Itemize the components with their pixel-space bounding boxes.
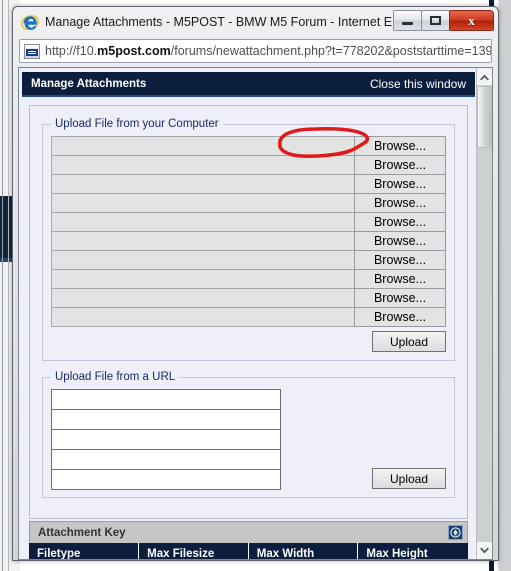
file-upload-row: Browse... (51, 250, 446, 270)
browse-button-2[interactable]: Browse... (354, 155, 446, 175)
file-path-input-8[interactable] (51, 269, 355, 289)
url-input-5[interactable] (51, 469, 281, 490)
column-header-4: Max Height (357, 543, 468, 559)
scroll-down-button[interactable] (477, 542, 492, 559)
page-scrollbar[interactable] (476, 68, 492, 559)
url-input-1[interactable] (51, 389, 281, 410)
file-upload-row: Browse... (51, 269, 446, 289)
file-upload-row: Browse... (51, 155, 446, 175)
address-bar[interactable]: http://f10.m5post.com/forums/newattachme… (19, 39, 492, 63)
upload-from-computer-legend: Upload File from your Computer (55, 118, 219, 130)
browse-button-9[interactable]: Browse... (354, 288, 446, 308)
file-path-input-10[interactable] (51, 307, 355, 327)
minimize-icon (402, 22, 413, 25)
window-title: Manage Attachments - M5POST - BMW M5 For… (45, 15, 403, 29)
window-controls: x (393, 10, 494, 31)
url-upload-block: Upload (51, 389, 446, 490)
browse-button-4[interactable]: Browse... (354, 193, 446, 213)
close-button[interactable]: x (449, 10, 494, 31)
scrollbar-track[interactable] (477, 85, 492, 542)
attachment-key-bar: Attachment Key (29, 521, 468, 543)
file-upload-rows: Browse... Browse... Browse... Browse... Brow… (51, 136, 446, 327)
file-upload-row: Browse... (51, 136, 446, 156)
upload-url-button[interactable]: Upload (372, 468, 446, 489)
page-icon (24, 43, 40, 59)
chevron-up-icon (480, 74, 489, 80)
upload-from-url-fieldset: Upload File from a URL Upload (42, 371, 455, 498)
browse-button-6[interactable]: Browse... (354, 231, 446, 251)
attachment-key-header-row: Filetype Max Filesize Max Width Max Height (29, 543, 468, 559)
browser-window: Manage Attachments - M5POST - BMW M5 For… (12, 6, 499, 561)
page-header-bar: Manage Attachments Close this window (22, 72, 475, 97)
file-path-input-1[interactable] (51, 136, 355, 156)
url-input-3[interactable] (51, 429, 281, 450)
file-upload-row: Browse... (51, 212, 446, 232)
browse-button-8[interactable]: Browse... (354, 269, 446, 289)
scrollbar-thumb[interactable] (477, 86, 492, 148)
browse-button-1[interactable]: Browse... (354, 136, 446, 156)
url-input-4[interactable] (51, 449, 281, 470)
file-path-input-5[interactable] (51, 212, 355, 232)
file-upload-row: Browse... (51, 174, 446, 194)
close-this-window-link[interactable]: Close this window (370, 77, 466, 91)
page-viewport: Manage Attachments Close this window Upl… (18, 67, 493, 560)
url-suffix: /forums/newattachment.php?t=778202&posts… (170, 44, 491, 58)
attachment-key-section: Attachment Key Filetype Max Filesize Max W… (29, 521, 468, 559)
file-path-input-9[interactable] (51, 288, 355, 308)
address-bar-url: http://f10.m5post.com/forums/newattachme… (45, 41, 491, 61)
column-header-1: Filetype (29, 543, 140, 559)
page-title: Manage Attachments (31, 77, 147, 90)
maximize-icon (430, 16, 441, 25)
file-upload-row: Browse... (51, 288, 446, 308)
attachment-key-title: Attachment Key (38, 526, 126, 539)
file-upload-row: Browse... (51, 193, 446, 213)
upload-from-url-legend: Upload File from a URL (55, 371, 176, 383)
attachment-content-box: Upload File from your Computer Browse...… (29, 105, 468, 519)
browse-button-5[interactable]: Browse... (354, 212, 446, 232)
upload-from-computer-fieldset: Upload File from your Computer Browse...… (42, 118, 455, 361)
web-page: Manage Attachments Close this window Upl… (19, 68, 478, 559)
file-upload-actions: Upload (51, 331, 446, 352)
file-path-input-6[interactable] (51, 231, 355, 251)
file-path-input-4[interactable] (51, 193, 355, 213)
collapse-icon[interactable] (448, 525, 463, 540)
browse-button-3[interactable]: Browse... (354, 174, 446, 194)
browse-button-7[interactable]: Browse... (354, 250, 446, 270)
url-input-2[interactable] (51, 409, 281, 430)
scroll-up-button[interactable] (477, 68, 492, 85)
chevron-down-icon (480, 547, 489, 553)
file-upload-row: Browse... (51, 307, 446, 327)
close-icon: x (468, 12, 475, 28)
file-path-input-7[interactable] (51, 250, 355, 270)
attachment-key-table: Filetype Max Filesize Max Width Max Height (29, 543, 468, 559)
background-divider-2 (8, 0, 9, 571)
file-path-input-3[interactable] (51, 174, 355, 194)
column-header-3: Max Width (248, 543, 359, 559)
browse-button-10[interactable]: Browse... (354, 307, 446, 327)
file-upload-row: Browse... (51, 231, 446, 251)
title-bar[interactable]: Manage Attachments - M5POST - BMW M5 For… (13, 7, 498, 37)
background-divider-1 (2, 0, 3, 571)
internet-explorer-icon (21, 14, 39, 31)
url-input-rows (51, 389, 281, 490)
column-header-2: Max Filesize (138, 543, 249, 559)
url-host: m5post.com (97, 44, 171, 58)
file-path-input-2[interactable] (51, 155, 355, 175)
background-right-scrollbar[interactable] (499, 0, 511, 571)
minimize-button[interactable] (393, 10, 422, 31)
url-prefix: http://f10. (45, 44, 98, 58)
upload-files-button[interactable]: Upload (372, 331, 446, 352)
maximize-button[interactable] (421, 10, 450, 31)
